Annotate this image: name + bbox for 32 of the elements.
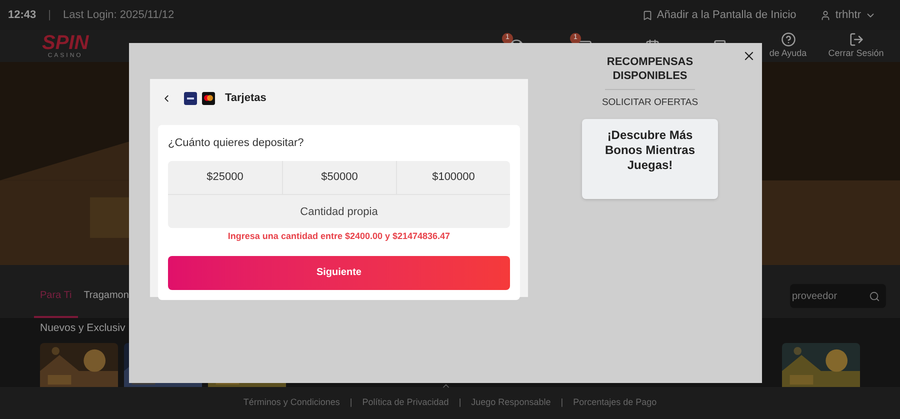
- footer-link[interactable]: Términos y Condiciones: [243, 396, 340, 410]
- footer-link[interactable]: Política de Privacidad: [362, 396, 449, 410]
- nav-label[interactable]: Cerrar Sesión: [828, 46, 884, 60]
- separator: |: [560, 396, 564, 410]
- offers-tab[interactable]: SOLICITAR OFERTAS: [602, 96, 698, 110]
- error-message: Ingresa una cantidad entre $2400.00 y $21474836.47: [226, 230, 452, 243]
- username[interactable]: trhhtr: [835, 6, 861, 24]
- separator: |: [458, 396, 462, 410]
- last-login: Last Login: 2025/11/12: [63, 8, 174, 23]
- close-icon[interactable]: [742, 49, 756, 63]
- search-icon: [869, 290, 880, 302]
- amount-input[interactable]: Cantidad propia: [168, 195, 510, 228]
- bookmark-icon: [642, 10, 653, 20]
- nav-label[interactable]: de Ayuda: [769, 46, 807, 60]
- mastercard-icon: [202, 92, 215, 105]
- logout-icon[interactable]: [848, 32, 864, 47]
- next-button[interactable]: Siguiente: [168, 256, 510, 290]
- separator: |: [48, 8, 51, 23]
- search-field[interactable]: proveedor: [790, 284, 886, 308]
- promo-card: ¡Descubre Más Bonos Mientras Juegas!: [582, 119, 718, 200]
- separator: |: [350, 396, 352, 410]
- section-title: Nuevos y Exclusiv: [40, 321, 126, 336]
- help-icon[interactable]: [780, 32, 796, 47]
- panel-title: Tarjetas: [225, 91, 266, 106]
- footer-link[interactable]: Juego Responsable: [471, 396, 551, 410]
- deposit-question: ¿Cuánto quieres depositar?: [168, 136, 305, 150]
- user-icon: [820, 10, 832, 20]
- visa-card-icon: [184, 92, 197, 105]
- clock: 12:43: [8, 8, 36, 23]
- footer-link[interactable]: Porcentajes de Pago: [573, 396, 657, 410]
- rewards-title: RECOMPENSAS DISPONIBLES: [606, 55, 694, 83]
- add-home-link[interactable]: Añadir a la Pantalla de Inicio: [656, 6, 796, 24]
